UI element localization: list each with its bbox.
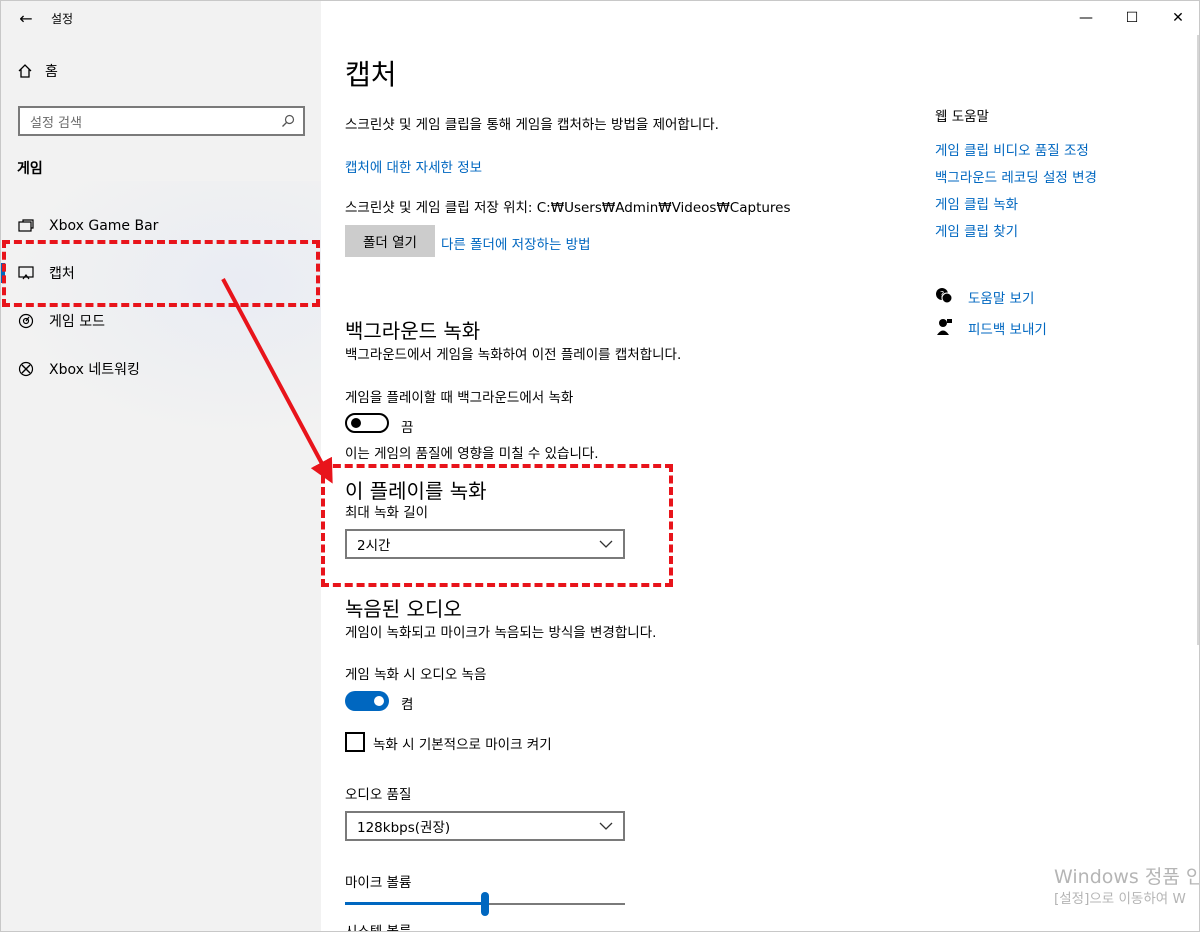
audio-quality-dropdown[interactable]: 128kbps(권장) xyxy=(345,811,625,841)
close-button[interactable]: ✕ xyxy=(1155,1,1199,35)
audio-toggle-state: 켬 xyxy=(401,697,414,713)
background-recording-toggle[interactable] xyxy=(345,413,389,433)
sidebar-item-label: Xbox 네트워킹 xyxy=(49,362,140,378)
background-recording-description: 백그라운드에서 게임을 녹화하여 이전 플레이를 캡처합니다. xyxy=(345,347,682,363)
save-other-folder-link[interactable]: 다른 폴더에 저장하는 방법 xyxy=(441,233,591,253)
search-placeholder: 설정 검색 xyxy=(30,115,82,131)
toggle-knob xyxy=(351,418,361,428)
help-link-background-settings[interactable]: 백그라운드 레코딩 설정 변경 xyxy=(935,166,1097,186)
maximize-button[interactable]: ☐ xyxy=(1109,1,1155,35)
recorded-audio-heading: 녹음된 오디오 xyxy=(345,597,462,621)
activation-watermark-title: Windows 정품 인 xyxy=(1054,866,1200,888)
mic-default-label: 녹화 시 기본적으로 마이크 켜기 xyxy=(373,737,552,753)
mic-volume-fill xyxy=(345,902,485,905)
system-volume-label: 시스템 볼륨 xyxy=(345,924,412,932)
close-icon: ✕ xyxy=(1172,10,1184,26)
titlebar: ← 설정 xyxy=(1,1,321,35)
open-folder-label: 폴더 열기 xyxy=(363,235,417,251)
sidebar-item-label: Xbox Game Bar xyxy=(49,218,159,234)
audio-toggle-label: 게임 녹화 시 오디오 녹음 xyxy=(345,667,487,683)
search-icon xyxy=(282,114,295,127)
xbox-icon xyxy=(17,360,35,378)
quality-note: 이는 게임의 품질에 영향을 미칠 수 있습니다. xyxy=(345,446,599,462)
sidebar: ← 설정 홈 설정 검색 게임 Xbox Game Bar 캡처 게임 모드 X… xyxy=(1,1,321,931)
help-link-record-clip[interactable]: 게임 클립 녹화 xyxy=(935,193,1018,213)
page-description: 스크린샷 및 게임 클립을 통해 게임을 캡처하는 방법을 제어합니다. xyxy=(345,117,719,133)
minimize-button[interactable]: — xyxy=(1063,1,1109,35)
mic-default-checkbox[interactable] xyxy=(345,732,365,752)
toggle-knob xyxy=(374,696,384,706)
audio-quality-value: 128kbps(권장) xyxy=(357,820,451,836)
open-folder-button[interactable]: 폴더 열기 xyxy=(345,225,435,257)
maximize-icon: ☐ xyxy=(1125,10,1139,26)
audio-quality-label: 오디오 품질 xyxy=(345,787,412,803)
activation-watermark-subtitle: [설정]으로 이동하여 W xyxy=(1054,891,1186,907)
annotation-box-record-this xyxy=(321,464,673,587)
page-title: 캡처 xyxy=(345,58,397,91)
audio-recording-toggle[interactable] xyxy=(345,691,389,711)
mic-volume-thumb[interactable] xyxy=(481,892,489,916)
sidebar-item-game-mode[interactable]: 게임 모드 xyxy=(1,301,321,341)
help-link-video-quality[interactable]: 게임 클립 비디오 품질 조정 xyxy=(935,139,1089,159)
main-content: — ☐ ✕ 캡처 스크린샷 및 게임 클립을 통해 게임을 캡처하는 방법을 제… xyxy=(321,1,1199,932)
background-recording-heading: 백그라운드 녹화 xyxy=(345,319,481,343)
web-help-heading: 웹 도움말 xyxy=(935,109,989,125)
settings-window: ← 설정 홈 설정 검색 게임 Xbox Game Bar 캡처 게임 모드 X… xyxy=(0,0,1200,932)
get-help-link[interactable]: 도움말 보기 xyxy=(968,287,1034,307)
annotation-box-capture xyxy=(2,240,320,307)
sidebar-item-label: 게임 모드 xyxy=(49,314,105,330)
game-bar-icon xyxy=(17,217,35,235)
sidebar-item-xbox-networking[interactable]: Xbox 네트워킹 xyxy=(1,349,321,389)
background-toggle-state: 끔 xyxy=(401,420,414,436)
nav-home[interactable]: 홈 xyxy=(17,61,58,81)
window-controls: — ☐ ✕ xyxy=(1063,1,1199,35)
background-toggle-label: 게임을 플레이할 때 백그라운드에서 녹화 xyxy=(345,390,574,406)
app-title: 설정 xyxy=(51,11,74,26)
game-mode-icon xyxy=(17,312,35,330)
back-arrow-icon: ← xyxy=(19,8,33,28)
help-link-find-clips[interactable]: 게임 클립 찾기 xyxy=(935,220,1018,240)
chevron-down-icon xyxy=(599,822,613,830)
save-location-text: 스크린샷 및 게임 클립 저장 위치: C:₩Users₩Admin₩Video… xyxy=(345,200,791,216)
search-input[interactable]: 설정 검색 xyxy=(18,106,305,136)
help-chat-icon: ? xyxy=(936,288,953,304)
back-button[interactable]: ← xyxy=(1,1,51,35)
sidebar-section-label: 게임 xyxy=(17,161,43,177)
feedback-link[interactable]: 피드백 보내기 xyxy=(968,318,1047,338)
mic-volume-label: 마이크 볼륨 xyxy=(345,875,412,891)
minimize-icon: — xyxy=(1079,10,1093,26)
svg-text:?: ? xyxy=(940,290,944,299)
more-info-link[interactable]: 캡처에 대한 자세한 정보 xyxy=(345,156,482,176)
home-icon xyxy=(18,64,32,78)
nav-home-label: 홈 xyxy=(45,64,58,80)
feedback-icon xyxy=(937,319,952,335)
recorded-audio-description: 게임이 녹화되고 마이크가 녹음되는 방식을 변경합니다. xyxy=(345,625,657,641)
